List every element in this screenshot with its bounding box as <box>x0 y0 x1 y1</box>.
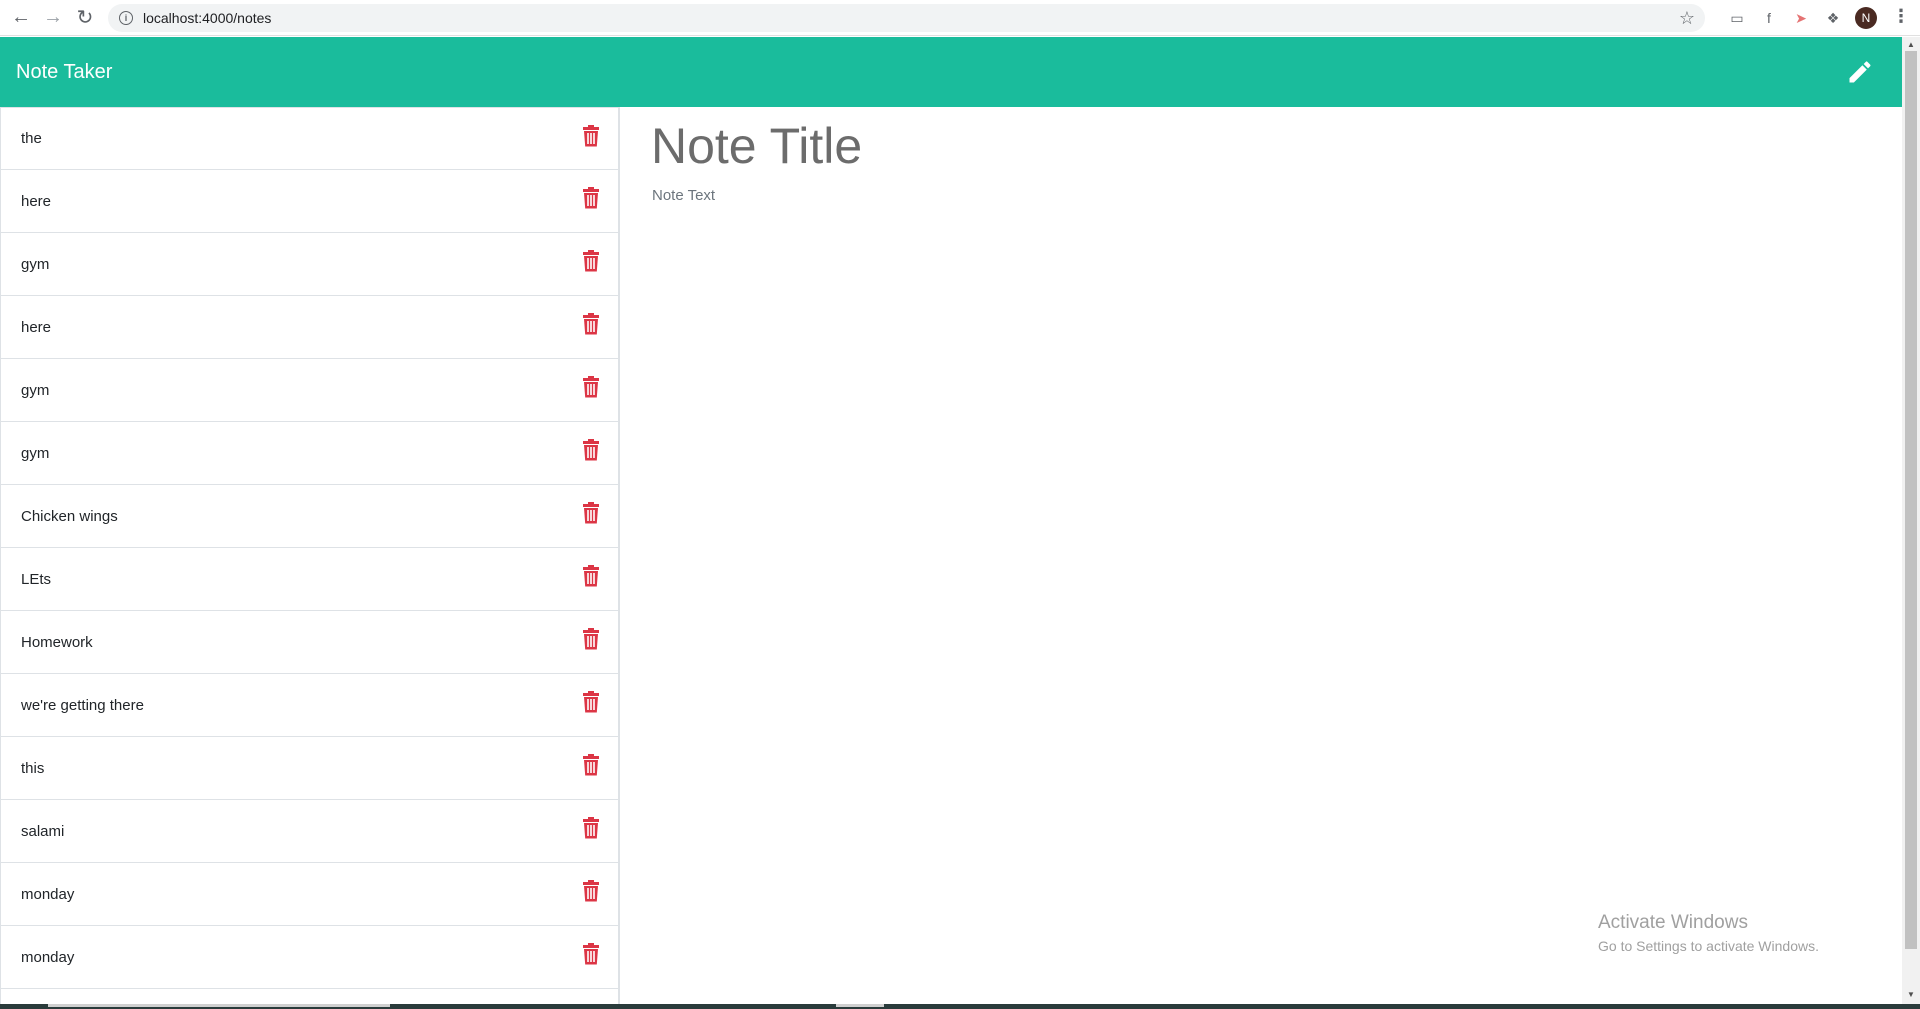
app-navbar: Note Taker <box>0 37 1902 107</box>
pencil-icon[interactable] <box>1846 58 1874 86</box>
note-title[interactable]: LEts <box>21 571 51 588</box>
reload-icon[interactable]: ↻ <box>69 2 101 34</box>
list-item[interactable]: gym <box>0 233 619 296</box>
trash-icon[interactable] <box>582 754 600 776</box>
list-item[interactable]: gym <box>0 359 619 422</box>
trash-icon[interactable] <box>582 880 600 902</box>
list-item[interactable]: we're getting there <box>0 674 619 737</box>
trash-icon[interactable] <box>582 943 600 965</box>
list-item[interactable]: the <box>0 107 619 170</box>
font-extension-icon[interactable]: f <box>1759 8 1779 28</box>
trash-icon[interactable] <box>582 628 600 650</box>
puzzle-extensions-icon[interactable]: ❖ <box>1823 8 1843 28</box>
trash-icon[interactable] <box>582 376 600 398</box>
app-brand[interactable]: Note Taker <box>16 61 112 84</box>
list-item[interactable]: Chicken wings <box>0 485 619 548</box>
address-bar[interactable]: i localhost:4000/notes ☆ <box>108 4 1705 32</box>
list-item[interactable]: gym <box>0 422 619 485</box>
taskbar-segment <box>836 1004 884 1007</box>
trash-icon[interactable] <box>582 439 600 461</box>
list-item[interactable]: here <box>0 296 619 359</box>
trash-icon[interactable] <box>582 817 600 839</box>
note-title[interactable]: monday <box>21 886 74 903</box>
profile-avatar[interactable]: N <box>1855 7 1877 29</box>
cast-extension-icon[interactable]: ▭ <box>1727 8 1747 28</box>
trash-icon[interactable] <box>582 502 600 524</box>
share-extension-icon[interactable]: ➤ <box>1791 8 1811 28</box>
list-item[interactable]: LEts <box>0 548 619 611</box>
note-title[interactable]: monday <box>21 949 74 966</box>
list-item[interactable]: monday <box>0 863 619 926</box>
note-editor: Note Title Note Text <box>620 107 1902 1004</box>
note-title[interactable]: Homework <box>21 634 93 651</box>
note-title[interactable]: Chicken wings <box>21 508 118 525</box>
trash-icon[interactable] <box>582 125 600 147</box>
trash-icon[interactable] <box>582 691 600 713</box>
scroll-down-icon[interactable]: ▼ <box>1907 990 1915 999</box>
note-title[interactable]: this <box>21 760 44 777</box>
taskbar-edge <box>0 1004 1920 1009</box>
page-scrollbar[interactable]: ▲ ▼ <box>1902 37 1920 1004</box>
forward-arrow-icon[interactable]: → <box>37 2 69 34</box>
note-title[interactable]: gym <box>21 382 49 399</box>
scroll-thumb[interactable] <box>1905 51 1917 949</box>
note-title[interactable]: the <box>21 130 42 147</box>
list-item-partial[interactable] <box>0 989 619 1004</box>
trash-icon[interactable] <box>582 187 600 209</box>
note-title[interactable]: salami <box>21 823 64 840</box>
note-title[interactable]: here <box>21 319 51 336</box>
windows-activation-watermark: Activate Windows Go to Settings to activ… <box>1598 912 1819 954</box>
browser-toolbar: ← → ↻ i localhost:4000/notes ☆ ▭ f ➤ ❖ N… <box>0 0 1920 36</box>
note-title[interactable]: we're getting there <box>21 697 144 714</box>
note-title[interactable]: here <box>21 193 51 210</box>
browser-menu-icon[interactable]: ⋮ <box>1892 6 1910 27</box>
list-item[interactable]: salami <box>0 800 619 863</box>
note-text-input[interactable]: Note Text <box>652 187 715 204</box>
watermark-line1: Activate Windows <box>1598 912 1748 933</box>
note-title[interactable]: gym <box>21 256 49 273</box>
back-arrow-icon[interactable]: ← <box>5 2 37 34</box>
url-text[interactable]: localhost:4000/notes <box>143 10 271 26</box>
taskbar-segment <box>48 1004 390 1007</box>
list-item[interactable]: this <box>0 737 619 800</box>
list-item[interactable]: monday <box>0 926 619 989</box>
info-icon[interactable]: i <box>119 11 133 25</box>
notes-list: the here gym here gym gym Chicken wings … <box>0 107 620 1004</box>
note-title[interactable]: gym <box>21 445 49 462</box>
trash-icon[interactable] <box>582 250 600 272</box>
note-title-input[interactable]: Note Title <box>651 117 862 175</box>
scroll-up-icon[interactable]: ▲ <box>1907 40 1915 49</box>
watermark-line2: Go to Settings to activate Windows. <box>1598 938 1819 954</box>
trash-icon[interactable] <box>582 313 600 335</box>
list-item[interactable]: here <box>0 170 619 233</box>
list-item[interactable]: Homework <box>0 611 619 674</box>
star-icon[interactable]: ☆ <box>1679 8 1695 29</box>
trash-icon[interactable] <box>582 565 600 587</box>
